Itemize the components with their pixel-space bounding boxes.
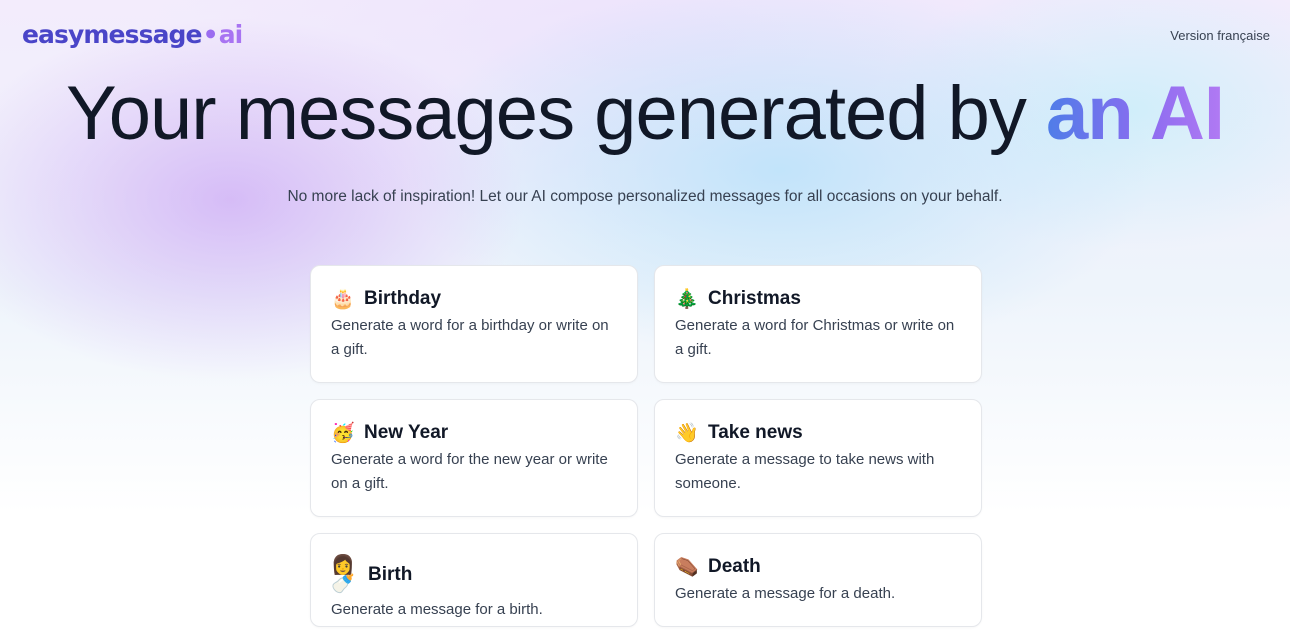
- card-description: Generate a message for a death.: [675, 585, 896, 602]
- card-birth[interactable]: 👩🍼 Birth Generate a message for a birth.: [310, 533, 638, 627]
- waving-hand-icon: 👋: [675, 422, 699, 444]
- headline-main: Your messages generated by: [66, 71, 1046, 156]
- card-title-label: Take news: [708, 422, 803, 443]
- card-christmas[interactable]: 🎄 Christmas Generate a word for Christma…: [654, 265, 982, 383]
- logo[interactable]: easymessage • ai: [22, 20, 244, 49]
- card-title: ⚰️ Death: [675, 556, 961, 578]
- card-title-label: New Year: [364, 422, 449, 443]
- logo-text-main: easymessage: [22, 20, 202, 49]
- card-description: Generate a word for the new year or writ…: [331, 451, 608, 492]
- card-description: Generate a message to take news with som…: [675, 451, 935, 492]
- headline-accent: an AI: [1045, 71, 1225, 156]
- card-title-label: Birthday: [364, 288, 442, 309]
- language-switch-link[interactable]: Version française: [1170, 28, 1270, 43]
- card-birthday[interactable]: 🎂 Birthday Generate a word for a birthda…: [310, 265, 638, 383]
- card-new-year[interactable]: 🥳 New Year Generate a word for the new y…: [310, 399, 638, 517]
- card-description: Generate a word for Christmas or write o…: [675, 317, 955, 358]
- card-title: 👋 Take news: [675, 422, 961, 444]
- card-title: 🥳 New Year: [331, 422, 617, 444]
- page: easymessage • ai Version française Your me…: [0, 0, 1290, 642]
- card-title-label: Christmas: [708, 288, 801, 309]
- logo-text-ai: ai: [218, 20, 244, 49]
- card-title-label: Birth: [368, 564, 413, 585]
- logo-dot: •: [202, 20, 219, 49]
- category-grid: 🎂 Birthday Generate a word for a birthda…: [310, 265, 982, 627]
- christmas-tree-icon: 🎄: [675, 288, 699, 310]
- coffin-icon: ⚰️: [675, 556, 699, 578]
- card-description: Generate a word for a birthday or write …: [331, 317, 609, 358]
- card-take-news[interactable]: 👋 Take news Generate a message to take n…: [654, 399, 982, 517]
- card-title: 🎄 Christmas: [675, 288, 961, 310]
- page-subtitle: No more lack of inspiration! Let our AI …: [287, 188, 1003, 205]
- party-face-icon: 🥳: [331, 422, 355, 444]
- card-title: 🎂 Birthday: [331, 288, 617, 310]
- card-title-label: Death: [708, 556, 761, 577]
- baby-bottle-icon: 👩🍼: [331, 555, 355, 595]
- birthday-cake-icon: 🎂: [331, 288, 355, 310]
- card-title: 👩🍼 Birth: [331, 556, 617, 594]
- page-title: Your messages generated by an AI: [0, 70, 1290, 157]
- card-description: Generate a message for a birth.: [331, 601, 543, 618]
- card-death[interactable]: ⚰️ Death Generate a message for a death.: [654, 533, 982, 627]
